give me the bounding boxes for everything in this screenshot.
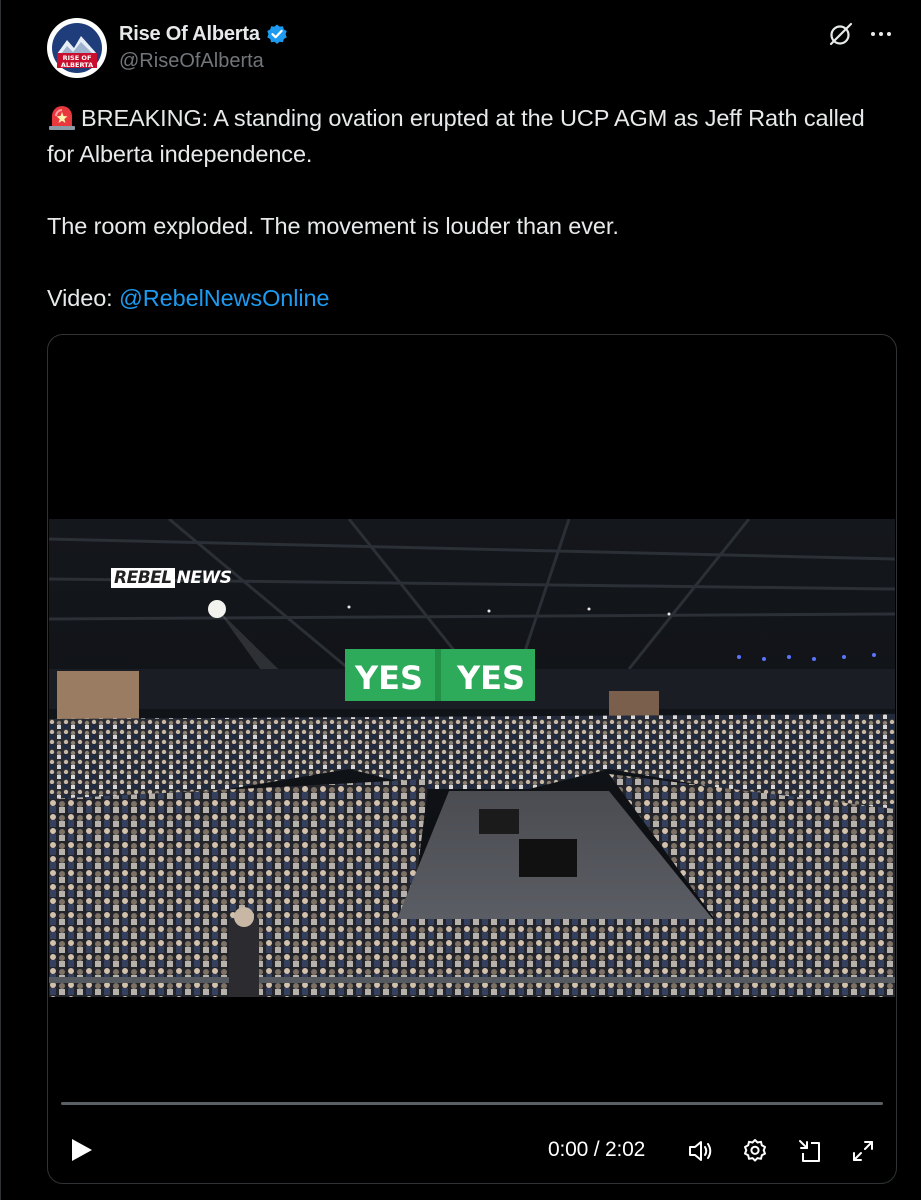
video-watermark: REBEL NEWS [111,568,233,588]
mention-link[interactable]: @RebelNewsOnline [119,285,329,311]
tweet-text: BREAKING: A standing ovation erupted at … [47,100,897,316]
author-info: Rise Of Alberta @RiseOfAlberta [119,22,289,73]
settings-icon[interactable] [741,1137,769,1165]
display-name[interactable]: Rise Of Alberta [119,23,260,46]
avatar-text-2: ALBERTA [61,61,93,69]
video-credit-label: Video: [47,285,120,311]
yes-banner-left: YES [354,659,423,697]
avatar[interactable]: RISE OF ALBERTA [47,18,107,78]
video-progress-bar[interactable] [61,1102,883,1105]
grok-icon[interactable] [827,20,855,48]
fullscreen-icon[interactable] [849,1137,877,1165]
rotating-light-emoji [47,104,77,130]
watermark-part-2: NEWS [176,568,232,588]
tweet-paragraph-1-text: BREAKING: A standing ovation erupted at … [47,105,865,167]
picture-in-picture-icon[interactable] [796,1137,824,1165]
video-controls: 0:00 / 2:02 [48,1125,896,1169]
handle[interactable]: @RiseOfAlberta [119,50,289,73]
more-icon[interactable] [869,20,893,48]
tweet-video-credit: Video: @RebelNewsOnline [47,280,897,316]
tweet-paragraph-2: The room exploded. The movement is loude… [47,213,619,239]
watermark-part-1: REBEL [111,568,175,588]
display-name-row: Rise Of Alberta [119,22,289,46]
video-player[interactable]: YES YES REBEL NEWS 0:00 / 2:02 [47,334,897,1184]
video-time: 0:00 / 2:02 [548,1138,646,1161]
verified-badge-icon[interactable] [265,22,289,46]
tweet-header: RISE OF ALBERTA Rise Of Alberta @RiseOfA… [47,18,897,80]
video-frame[interactable]: YES YES REBEL NEWS [49,519,895,999]
tweet-paragraph-1: BREAKING: A standing ovation erupted at … [47,100,897,172]
play-icon[interactable] [66,1135,96,1165]
yes-banner-right: YES [456,659,525,697]
volume-icon[interactable] [686,1137,714,1165]
timeline-border [0,0,1,1200]
